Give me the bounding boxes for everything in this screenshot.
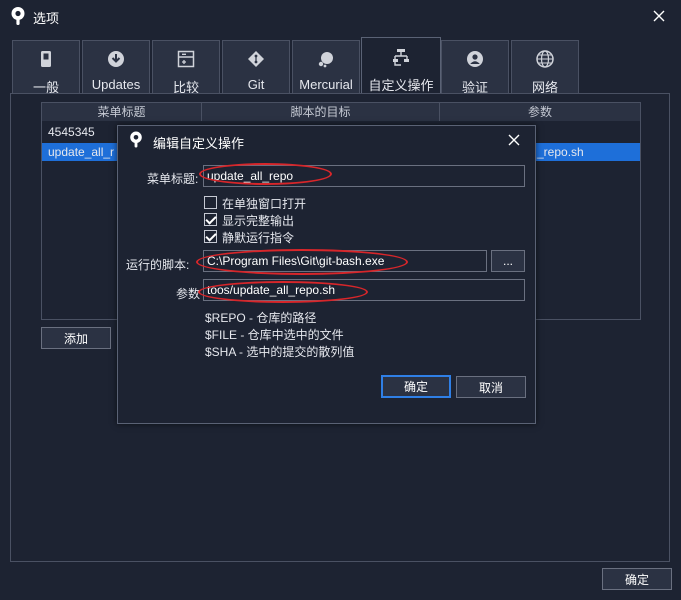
tab-label: Mercurial xyxy=(299,77,353,92)
column-header-menu-title[interactable]: 菜单标题 xyxy=(42,103,202,121)
hint-sha: $SHA - 选中的提交的散列值 xyxy=(205,345,355,359)
close-icon[interactable] xyxy=(506,132,522,148)
close-icon[interactable] xyxy=(648,5,670,27)
table-row[interactable]: 4545345 xyxy=(48,125,95,139)
tab-network[interactable]: 网络 xyxy=(511,40,579,95)
ok-button[interactable]: 确定 xyxy=(602,568,672,590)
column-header-script-target[interactable]: 脚本的目标 xyxy=(202,103,440,121)
menu-title-input[interactable] xyxy=(203,165,525,187)
diff-compare-icon xyxy=(177,50,195,68)
git-icon xyxy=(248,51,264,67)
tab-mercurial[interactable]: Mercurial xyxy=(292,40,360,93)
custom-actions-icon xyxy=(393,49,409,66)
toggle-switch-icon xyxy=(41,51,51,67)
mercurial-icon xyxy=(318,52,333,68)
run-silently-checkbox[interactable]: 静默运行指令 xyxy=(204,229,364,245)
checkbox-label: 显示完整输出 xyxy=(222,214,295,228)
checkbox-box[interactable] xyxy=(204,196,217,209)
row-title: 4545345 xyxy=(48,125,95,139)
row-params: _repo.sh xyxy=(537,145,584,159)
parameters-input[interactable] xyxy=(203,279,525,301)
hint-file: $FILE - 仓库中选中的文件 xyxy=(205,328,344,342)
download-icon xyxy=(108,51,124,67)
checkbox-box[interactable] xyxy=(204,230,217,243)
user-account-icon xyxy=(467,51,483,67)
window-title: 选项 xyxy=(33,11,60,26)
sourcetree-logo-icon xyxy=(130,131,142,148)
tab-diff[interactable]: 比较 xyxy=(152,40,220,95)
dialog-ok-button[interactable]: 确定 xyxy=(381,375,451,398)
show-full-output-checkbox[interactable]: 显示完整输出 xyxy=(204,212,364,228)
checkbox-label: 在单独窗口打开 xyxy=(222,197,307,211)
menu-title-label: 菜单标题: xyxy=(147,172,199,186)
add-action-button[interactable]: 添加 xyxy=(41,327,111,349)
title-bar xyxy=(0,0,681,32)
hint-repo: $REPO - 仓库的路径 xyxy=(205,311,317,325)
script-path-input[interactable] xyxy=(203,250,487,272)
tab-git[interactable]: Git xyxy=(222,40,290,93)
tab-updates[interactable]: Updates xyxy=(82,40,150,93)
browse-script-button[interactable]: ... xyxy=(491,250,525,272)
checkbox-box[interactable] xyxy=(204,213,217,226)
tab-general[interactable]: 一般 xyxy=(12,40,80,95)
parameters-label: 参数 xyxy=(176,287,201,301)
tab-custom-actions[interactable]: 自定义操作 xyxy=(361,37,441,94)
sourcetree-logo-icon xyxy=(11,7,25,25)
tab-label: 自定义操作 xyxy=(368,78,434,93)
tab-authentication[interactable]: 验证 xyxy=(441,40,509,95)
checkbox-label: 静默运行指令 xyxy=(222,231,295,245)
tab-label: Git xyxy=(247,77,265,92)
row-title: update_all_r xyxy=(48,145,115,159)
dialog-cancel-button[interactable]: 取消 xyxy=(456,376,526,398)
script-label: 运行的脚本: xyxy=(126,258,190,272)
dialog-title: 编辑自定义操作 xyxy=(153,136,245,151)
column-header-parameters[interactable]: 参数 xyxy=(440,103,640,121)
open-in-separate-window-checkbox[interactable]: 在单独窗口打开 xyxy=(204,195,364,211)
tab-label: Updates xyxy=(91,77,141,92)
globe-icon xyxy=(536,50,554,68)
